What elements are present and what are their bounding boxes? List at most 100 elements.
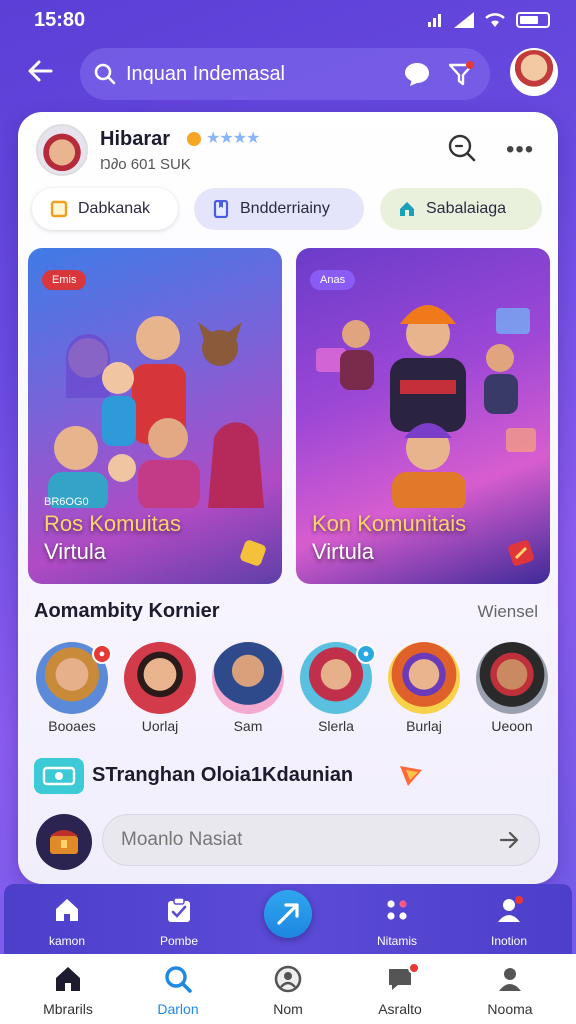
action-profile[interactable]: Inotion: [464, 884, 554, 954]
notification-badge-icon: ●: [356, 644, 376, 664]
notification-dot-icon: [408, 962, 420, 974]
zoom-icon[interactable]: [446, 132, 478, 164]
arrow-right-icon[interactable]: [497, 828, 521, 852]
house-icon: [400, 202, 414, 216]
action-label: kamon: [48, 934, 86, 948]
send-fab-button[interactable]: [264, 890, 312, 938]
gold-card-icon: [240, 540, 266, 566]
user-icon: [498, 896, 523, 922]
feature-title-line1: Ros Komuitas: [44, 511, 181, 536]
home-icon: [56, 967, 80, 991]
action-home[interactable]: kamon: [22, 884, 112, 954]
profile-subtitle: Ŋ∂o 601 SUK: [100, 156, 191, 173]
tab-profile[interactable]: Nooma: [462, 954, 558, 1024]
member-avatar: [212, 642, 284, 714]
user-avatar[interactable]: [510, 48, 558, 96]
arrow-left-icon: [28, 60, 53, 82]
game-card-icon: [508, 540, 534, 566]
category-chips: Dabkanak Bndderriainy Sabalaiaga: [32, 188, 544, 230]
action-grid[interactable]: Nitamis: [352, 884, 442, 954]
tab-label: Darlon: [157, 1001, 199, 1017]
promo-text: STranghan Oloia1Kdaunian: [92, 764, 354, 786]
rating-stars: ★★★★: [206, 130, 260, 147]
profile-header: Hibarar ★★★★ Ŋ∂o 601 SUK •••: [36, 124, 540, 184]
tab-messages[interactable]: Asralto: [352, 954, 448, 1024]
message-input[interactable]: Moanlo Nasiat: [102, 814, 540, 866]
status-bar: 15:80: [0, 0, 576, 40]
message-placeholder: Moanlo Nasiat: [121, 829, 243, 850]
cellular-icon: [454, 12, 474, 28]
member-avatar: [476, 642, 548, 714]
promo-row[interactable]: STranghan Oloia1Kdaunian: [34, 756, 542, 796]
clipboard-check-icon: [168, 897, 190, 922]
chat-bubble-icon[interactable]: [402, 59, 432, 89]
member-name: Uorlaj: [141, 718, 179, 734]
square-icon: [50, 200, 68, 218]
search-icon: [94, 63, 116, 85]
profile-circle-icon: [274, 965, 302, 993]
member-item[interactable]: Ueoon: [472, 642, 552, 736]
search-input[interactable]: Inquan Indemasal: [126, 63, 388, 86]
gamer-illustration: [316, 305, 536, 508]
section-title: Aomambity Kornier: [34, 600, 220, 622]
member-avatar: [388, 642, 460, 714]
action-label: Nitamis: [376, 934, 417, 948]
member-item[interactable]: Uorlaj: [120, 642, 200, 736]
feature-title-line1: Kon Komunitais: [312, 511, 467, 536]
filter-icon[interactable]: [446, 59, 476, 89]
status-icons: [428, 12, 550, 28]
chip-label: Sabalaiaga: [426, 200, 507, 217]
tab-label: Asralto: [378, 1001, 422, 1017]
dots-grid-icon: [387, 900, 407, 920]
more-options-icon[interactable]: •••: [506, 136, 534, 164]
chip-sabalaiaga[interactable]: Sabalaiaga: [380, 188, 542, 230]
search-icon: [165, 966, 192, 993]
chip-dabkanak[interactable]: Dabkanak: [32, 188, 178, 230]
signal-icon: [428, 14, 441, 27]
tab-explore[interactable]: Nom: [240, 954, 336, 1024]
ticket-icon: [34, 758, 84, 794]
community-card: Hibarar ★★★★ Ŋ∂o 601 SUK ••• Dabkanak Bn…: [18, 112, 558, 884]
chip-label: Bndderriainy: [240, 200, 330, 217]
view-all-link[interactable]: Wiensel: [478, 602, 538, 622]
tab-label: Nom: [273, 1001, 303, 1017]
notification-badge-icon: ●: [92, 644, 112, 664]
member-name: Slerla: [318, 718, 354, 734]
top-bar: Inquan Indemasal: [0, 46, 576, 102]
feature-tag: BR6OG0: [44, 496, 89, 508]
tab-label: Mbrarils: [43, 1001, 93, 1017]
tab-search[interactable]: Darlon: [130, 954, 226, 1024]
chip-label: Dabkanak: [78, 200, 151, 217]
profile-avatar[interactable]: [36, 124, 88, 176]
home-icon: [56, 899, 78, 921]
family-illustration: [48, 316, 264, 508]
feature-badge: Emis: [42, 270, 87, 290]
verified-badge-icon: [187, 132, 201, 146]
member-list: ● Booaes Uorlaj Sam ● Slerla Burlaj Ueoo…: [32, 642, 548, 736]
bottom-tab-bar: Mbrarils Darlon Nom Asralto Nooma: [0, 954, 576, 1024]
treasure-chest-icon[interactable]: [36, 814, 92, 870]
action-bar: kamon Pombe Nitamis Inotion: [4, 884, 572, 954]
flame-icon: [400, 766, 422, 786]
member-item[interactable]: ● Slerla: [296, 642, 376, 736]
action-clipboard[interactable]: Pombe: [134, 884, 224, 954]
chip-bndderriainy[interactable]: Bndderriainy: [194, 188, 364, 230]
tab-home[interactable]: Mbrarils: [20, 954, 116, 1024]
user-icon: [499, 968, 521, 991]
section-header: Aomambity Kornier Wiensel: [34, 600, 542, 628]
feature-card[interactable]: Anas Kon Komunitais Virtula: [296, 248, 550, 584]
member-name: Booaes: [48, 718, 96, 734]
battery-icon: [516, 12, 550, 28]
bookmark-icon: [213, 200, 229, 218]
member-name: Sam: [233, 718, 263, 734]
back-button[interactable]: [22, 56, 58, 92]
feature-card[interactable]: Emis BR6OG0 Ros Komuitas Virtula: [28, 248, 282, 584]
member-item[interactable]: Sam: [208, 642, 288, 736]
search-bar[interactable]: Inquan Indemasal: [80, 48, 490, 100]
action-label: Inotion: [490, 934, 528, 948]
member-item[interactable]: ● Booaes: [32, 642, 112, 736]
action-label: Pombe: [159, 934, 199, 948]
profile-name[interactable]: Hibarar: [100, 128, 170, 151]
wifi-icon: [485, 13, 505, 27]
member-item[interactable]: Burlaj: [384, 642, 464, 736]
